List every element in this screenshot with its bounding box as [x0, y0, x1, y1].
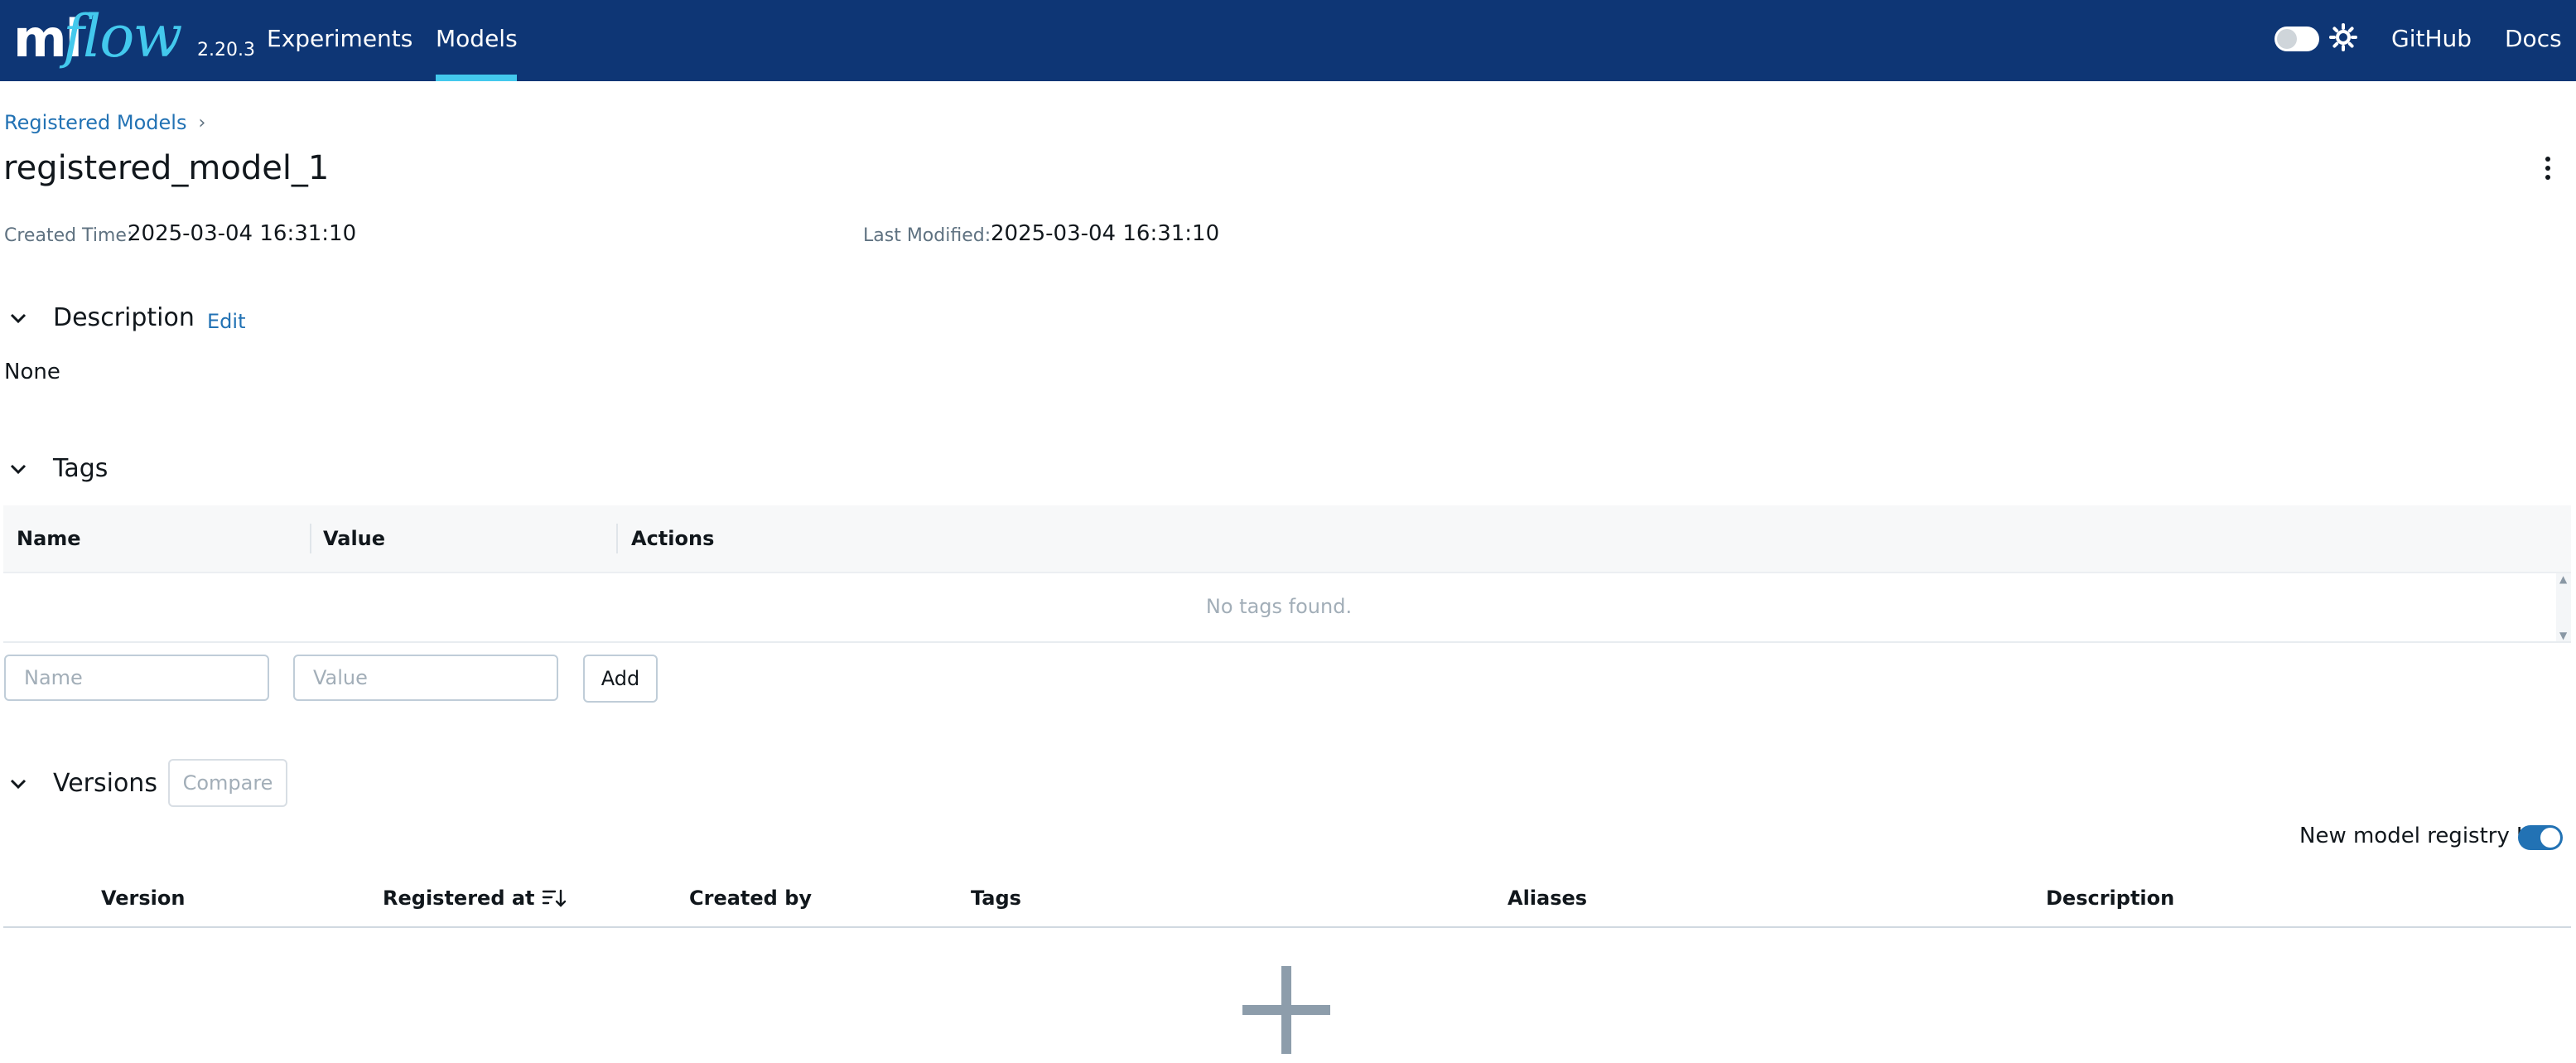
- versions-table-header: Version Registered at Created by Tags Al…: [3, 878, 2571, 928]
- page-title: registered_model_1: [3, 149, 330, 187]
- scroll-up-icon[interactable]: ▲: [2559, 573, 2567, 585]
- tags-section-title: Tags: [53, 454, 109, 483]
- tags-table: Name Value Actions No tags found. ▲ ▼: [3, 505, 2571, 643]
- nav-models[interactable]: Models: [436, 25, 518, 52]
- tag-name-input[interactable]: [4, 655, 269, 701]
- description-value: None: [4, 360, 60, 384]
- version-label: 2.20.3: [197, 40, 255, 60]
- new-registry-ui-toggle[interactable]: [2518, 825, 2563, 850]
- nav-docs[interactable]: Docs: [2505, 25, 2562, 52]
- theme-toggle-knob: [2277, 29, 2297, 49]
- new-registry-ui-label: New model registry UI: [2299, 824, 2539, 848]
- active-tab-indicator: [436, 75, 517, 81]
- theme-toggle[interactable]: [2275, 27, 2319, 51]
- chevron-down-icon[interactable]: [7, 772, 30, 795]
- versions-column-version: Version: [101, 887, 186, 910]
- edit-description-link[interactable]: Edit: [207, 310, 245, 333]
- add-tag-button[interactable]: Add: [583, 655, 658, 703]
- versions-section-title: Versions: [53, 769, 157, 798]
- created-time-label: Created Time:: [4, 225, 133, 246]
- scroll-down-icon[interactable]: ▼: [2559, 630, 2567, 641]
- created-time-value: 2025-03-04 16:31:10: [128, 221, 357, 246]
- sort-descending-icon[interactable]: [542, 887, 567, 909]
- versions-column-description: Description: [2046, 887, 2175, 910]
- registered-at-label: Registered at: [383, 887, 535, 910]
- tags-column-actions: Actions: [631, 527, 715, 550]
- tags-scrollbar[interactable]: ▲ ▼: [2556, 573, 2571, 641]
- tags-empty-message: No tags found.: [1205, 595, 1353, 618]
- versions-column-tags: Tags: [971, 887, 1021, 910]
- tags-column-name: Name: [17, 527, 81, 550]
- breadcrumb: Registered Models ›: [4, 111, 205, 134]
- versions-column-aliases: Aliases: [1507, 887, 1588, 910]
- kebab-icon[interactable]: [2535, 154, 2561, 184]
- column-divider: [310, 524, 311, 553]
- compare-button[interactable]: Compare: [168, 759, 287, 807]
- chevron-down-icon[interactable]: [7, 457, 30, 481]
- plus-icon: [1242, 966, 1330, 1054]
- tag-value-input[interactable]: [293, 655, 558, 701]
- sun-icon: [2329, 23, 2357, 51]
- last-modified-value: 2025-03-04 16:31:10: [991, 221, 1220, 246]
- column-divider: [616, 524, 618, 553]
- chevron-right-icon: ›: [198, 112, 206, 133]
- registry-toggle-knob: [2540, 828, 2560, 848]
- versions-column-created-by: Created by: [689, 887, 813, 910]
- nav-experiments[interactable]: Experiments: [267, 25, 412, 52]
- logo-flow-text: flow: [63, 2, 182, 70]
- top-navigation: ml flow 2.20.3 Experiments Models GitHub…: [0, 0, 2576, 81]
- versions-column-registered-at[interactable]: Registered at: [383, 887, 567, 910]
- description-section-title: Description: [53, 303, 195, 332]
- chevron-down-icon[interactable]: [7, 307, 30, 330]
- tags-table-header: Name Value Actions: [3, 505, 2571, 573]
- nav-github[interactable]: GitHub: [2391, 25, 2472, 52]
- breadcrumb-registered-models[interactable]: Registered Models: [4, 111, 186, 134]
- last-modified-label: Last Modified:: [863, 225, 991, 246]
- tags-column-value: Value: [323, 527, 386, 550]
